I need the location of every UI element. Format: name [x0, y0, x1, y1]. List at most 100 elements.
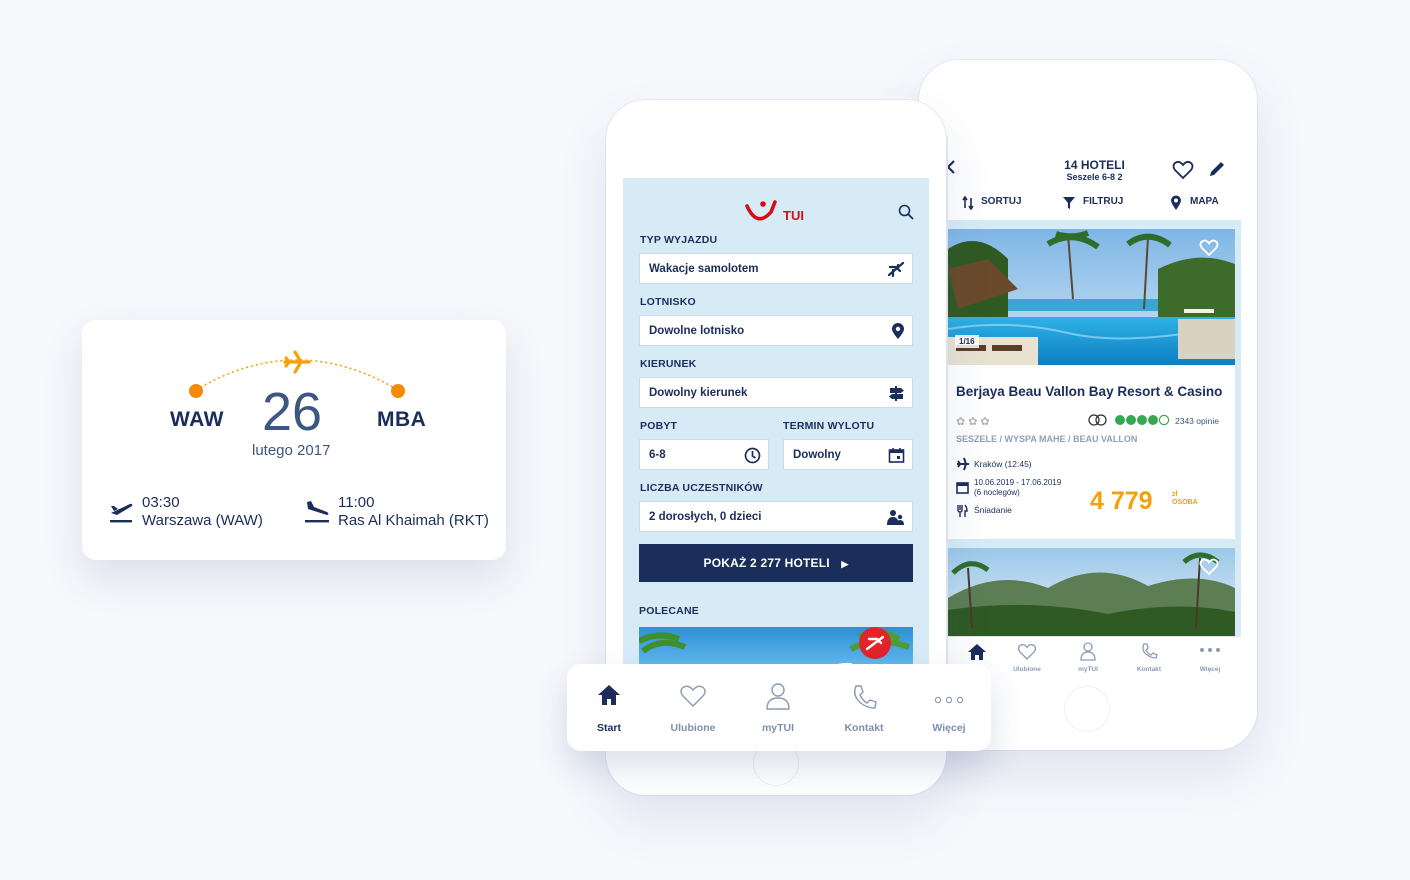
image-counter: 1/16 — [955, 335, 979, 348]
participants-value: 2 dorosłych, 0 dzieci — [649, 511, 762, 523]
results-title: 14 HOTELI — [1064, 158, 1125, 172]
location-pin-icon — [892, 323, 904, 339]
cutlery-icon — [957, 504, 968, 517]
arrival-info: 11:00 Ras Al Khaimah (RKT) — [338, 494, 489, 530]
origin-code: WAW — [170, 408, 224, 431]
filter-icon — [1063, 197, 1075, 209]
filter-button[interactable]: FILTRUJ — [1083, 196, 1123, 207]
departure-place: Warszawa (WAW) — [142, 512, 263, 529]
home-icon — [598, 685, 620, 705]
tab-favorites[interactable]: Ulubione — [651, 664, 735, 751]
hotel-star-rating: ✿✿✿ — [956, 416, 993, 428]
hotel-card[interactable] — [948, 548, 1235, 638]
home-icon — [968, 644, 986, 660]
stay-label: POBYT — [640, 420, 678, 432]
home-hardware-button — [1064, 686, 1110, 732]
palm-beach-image — [639, 627, 910, 664]
trip-type-label: TYP WYJAZDU — [640, 234, 718, 246]
search-screen: TUI TYP WYJAZDU Wakacje samolotem LOTNIS… — [623, 178, 929, 664]
recommended-offer-image[interactable] — [639, 627, 913, 664]
bottom-tab-bar: Start Ulubione myTUI Kontakt Więcej — [567, 664, 991, 751]
favorite-icon[interactable] — [1172, 160, 1194, 180]
date-label: TERMIN WYLOTU — [783, 420, 875, 432]
nav-mytui[interactable]: myTUI — [1059, 637, 1117, 674]
tui-logo-text: TUI — [783, 208, 804, 223]
hotel-price: 4 779 — [1090, 487, 1153, 515]
nav-label: Ulubione — [1013, 666, 1041, 673]
nav-more[interactable]: Więcej — [1181, 637, 1239, 674]
signpost-icon — [889, 386, 904, 401]
nights-count: (6 noclegów) — [974, 488, 1020, 497]
show-hotels-button[interactable]: POKAŻ 2 277 HOTELI ▶ — [639, 544, 913, 582]
recommended-label: POLECANE — [639, 605, 699, 617]
plane-takeoff-icon — [110, 503, 133, 523]
tab-more[interactable]: Więcej — [907, 664, 991, 751]
phone-icon — [1142, 643, 1158, 659]
per-person: OSOBA — [1172, 499, 1198, 506]
results-bottom-nav: Ulubione myTUI Kontakt Więcej — [948, 636, 1241, 674]
mountain-landscape-image — [948, 548, 1235, 638]
user-icon — [1080, 642, 1096, 661]
phone-icon — [854, 685, 877, 709]
hotel-results-screen: 14 HOTELI Seszele 6-8 2 SORTUJ FILTRUJ M… — [947, 136, 1241, 674]
trip-type-select[interactable]: Wakacje samolotem — [639, 253, 913, 284]
sort-button[interactable]: SORTUJ — [981, 196, 1022, 207]
user-icon — [766, 683, 790, 710]
edit-icon[interactable] — [1208, 160, 1226, 178]
sort-icon — [962, 196, 974, 210]
nav-label: myTUI — [1078, 666, 1098, 673]
heart-outline-icon[interactable] — [1199, 239, 1219, 257]
direction-value: Dowolny kierunek — [649, 387, 748, 399]
hotel-dates: 10.06.2019 - 17.06.2019 (6 noclegów) — [974, 478, 1061, 498]
stay-select[interactable]: 6-8 — [639, 439, 769, 470]
departure-time: 03:30 — [142, 494, 180, 511]
tab-contact[interactable]: Kontakt — [822, 664, 906, 751]
hotel-location: SESZELE / WYSPA MAHE / BEAU VALLON — [956, 434, 1138, 444]
tab-label: Start — [597, 722, 621, 734]
direction-select[interactable]: Dowolny kierunek — [639, 377, 913, 408]
tab-label: Kontakt — [844, 722, 884, 734]
search-icon[interactable] — [898, 204, 914, 220]
more-icon — [1200, 648, 1220, 652]
participants-select[interactable]: 2 dorosłych, 0 dzieci — [639, 501, 913, 532]
price-unit: zł OSOBA — [1172, 491, 1198, 507]
tripadvisor-rating — [1088, 414, 1170, 426]
arrival-place: Ras Al Khaimah (RKT) — [338, 512, 489, 529]
play-arrow-icon: ▶ — [841, 559, 849, 569]
date-value: Dowolny — [793, 449, 841, 461]
heart-icon — [1017, 643, 1037, 660]
hotel-card[interactable]: 1/16 Berjaya Beau Vallon Bay Resort & Ca… — [948, 229, 1235, 539]
tab-mytui[interactable]: myTUI — [736, 664, 820, 751]
hotel-name[interactable]: Berjaya Beau Vallon Bay Resort & Casino — [956, 384, 1222, 399]
plane-icon — [283, 350, 311, 374]
nav-contact[interactable]: Kontakt — [1120, 637, 1178, 674]
currency: zł — [1172, 491, 1178, 498]
flight-month-year: lutego 2017 — [252, 442, 331, 459]
heart-outline-icon[interactable] — [1199, 558, 1219, 576]
nav-favorites[interactable]: Ulubione — [998, 637, 1056, 674]
hotel-list: 1/16 Berjaya Beau Vallon Bay Resort & Ca… — [948, 220, 1241, 638]
airport-select[interactable]: Dowolne lotnisko — [639, 315, 913, 346]
hotel-flight: Kraków (12:45) — [974, 459, 1032, 469]
departure-info: 03:30 Warszawa (WAW) — [142, 494, 263, 530]
map-button[interactable]: MAPA — [1190, 196, 1219, 207]
airport-label: LOTNISKO — [640, 296, 696, 308]
show-hotels-label: POKAŻ 2 277 HOTELI — [703, 556, 830, 570]
calendar-icon — [956, 482, 969, 494]
nav-label: Więcej — [1199, 666, 1221, 673]
nav-label: Kontakt — [1136, 666, 1162, 673]
more-icon — [934, 696, 964, 704]
plane-icon — [887, 261, 905, 277]
hotel-photo[interactable]: 1/16 — [948, 229, 1235, 365]
date-select[interactable]: Dowolny — [783, 439, 913, 470]
clock-icon — [744, 447, 761, 464]
review-count: 2343 opinie — [1175, 416, 1219, 426]
tab-label: Więcej — [932, 722, 966, 734]
airport-value: Dowolne lotnisko — [649, 325, 745, 337]
tab-label: myTUI — [761, 722, 795, 734]
stay-value: 6-8 — [649, 449, 666, 461]
plane-icon — [957, 457, 969, 471]
tui-logo-icon[interactable] — [743, 198, 781, 226]
flight-day: 26 — [262, 382, 323, 442]
tab-start[interactable]: Start — [567, 664, 651, 751]
